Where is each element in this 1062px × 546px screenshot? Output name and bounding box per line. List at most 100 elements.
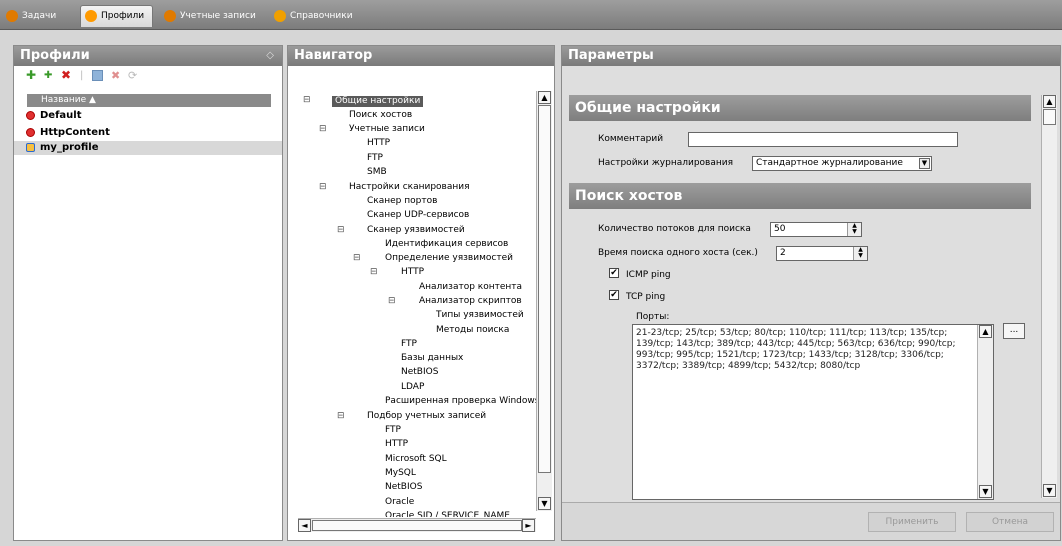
tree-node[interactable]: Сканер уязвимостей [367,225,465,236]
threads-stepper[interactable]: 50 ▲ ▼ [770,222,862,237]
column-header-name[interactable]: Название ▲ [27,94,271,107]
tree-node[interactable]: Сканер UDP-сервисов [367,210,469,221]
scroll-thumb[interactable] [538,105,551,473]
add-icon[interactable]: ✚ [26,69,37,81]
navigator-horizontal-scrollbar[interactable]: ◄ ► [298,518,536,532]
chevron-down-icon[interactable]: ▼ [919,158,930,169]
collapse-icon[interactable]: ⊟ [319,182,327,192]
collapse-icon[interactable]: ⊟ [388,296,396,306]
tree-node[interactable]: SMB [367,167,387,178]
scroll-up-icon[interactable]: ▲ [979,325,992,338]
tree-node[interactable]: HTTP [367,138,390,149]
tab-accounts[interactable]: Учетные записи [160,6,264,26]
stepper-arrows-icon[interactable]: ▲ ▼ [853,247,867,260]
parameters-title: Параметры [568,48,654,63]
tree-node[interactable]: Базы данных [401,353,463,364]
tree-node[interactable]: Общие настройки [332,96,424,107]
ports-scrollbar[interactable]: ▲ ▼ [977,325,993,499]
scroll-up-icon[interactable]: ▲ [538,91,551,104]
navigator-vertical-scrollbar[interactable]: ▲ ▼ [536,91,552,511]
ports-textarea[interactable]: 21-23/tcp; 25/tcp; 53/tcp; 80/tcp; 110/t… [632,324,994,500]
tree-node[interactable]: Методы поиска [436,325,509,336]
tree-node[interactable]: HTTP [385,439,408,450]
section-general-title: Общие настройки [575,100,721,116]
collapse-icon[interactable]: ⊟ [370,267,378,277]
tree-node[interactable]: Анализатор скриптов [419,296,522,307]
tree-node[interactable]: FTP [401,339,417,350]
scroll-down-icon[interactable]: ▼ [1043,484,1056,497]
tree-node[interactable]: Oracle [385,497,414,508]
tree-node[interactable]: Расширенная проверка Windows [385,396,539,407]
tcp-checkbox[interactable]: ✔ [609,290,619,300]
reference-icon [274,10,286,22]
collapse-icon[interactable]: ◇ [266,46,274,66]
tab-profiles[interactable]: Профили [80,5,154,27]
separator-icon: | [80,70,84,81]
scroll-thumb[interactable] [1043,109,1056,125]
profile-name: Default [40,110,82,121]
tree-node[interactable]: Подбор учетных записей [367,411,486,422]
cancel-button[interactable]: Отмена [966,512,1054,532]
profile-icon [26,128,35,137]
clear-icon[interactable]: ✖ [111,70,122,81]
tree-node[interactable]: Идентификация сервисов [385,239,508,250]
tree-node[interactable]: Учетные записи [349,124,425,135]
accounts-icon [164,10,176,22]
collapse-icon[interactable]: ⊟ [353,253,361,263]
scroll-thumb[interactable] [312,520,522,531]
scroll-down-icon[interactable]: ▼ [538,497,551,510]
refresh-icon[interactable]: ⟳ [128,70,139,81]
stepper-arrows-icon[interactable]: ▲ ▼ [847,223,861,236]
icmp-checkbox[interactable]: ✔ [609,268,619,278]
tree-node[interactable]: NetBIOS [385,482,422,493]
threads-label: Количество потоков для поиска [598,224,751,234]
tree-node[interactable]: Анализатор контента [419,282,522,293]
navigator-tree: ⊟ Общие настройки Поиск хостов ⊟ Учетные… [288,67,554,540]
profiles-title: Профили [20,48,90,63]
collapse-icon[interactable]: ⊟ [337,411,345,421]
comment-field[interactable] [688,132,958,147]
tab-tasks[interactable]: Задачи [2,6,64,26]
delete-icon[interactable]: ✖ [61,69,72,81]
scroll-down-icon[interactable]: ▼ [979,485,992,498]
navigator-panel: Навигатор ⊟ Общие настройки Поиск хостов… [287,45,555,541]
tree-node[interactable]: NetBIOS [401,367,438,378]
parameters-scrollbar[interactable]: ▲ ▼ [1041,95,1057,498]
profiles-panel: Профили ◇ ✚ ✚ ✖ | ✖ ⟳ Название ▲ Default… [13,45,283,541]
add-child-icon[interactable]: ✚ [44,70,55,81]
collapse-icon[interactable]: ⊟ [319,124,327,134]
logging-label: Настройки журналирования [598,158,734,168]
collapse-icon[interactable]: ⊟ [303,95,311,105]
tree-node[interactable]: Поиск хостов [349,110,412,121]
profile-row-default[interactable]: Default [14,109,282,123]
ports-browse-button[interactable]: ... [1003,323,1025,339]
tree-node[interactable]: LDAP [401,382,424,393]
parameters-panel-header: Параметры [562,46,1060,66]
profile-name: HttpContent [40,127,110,138]
collapse-icon[interactable]: ⊟ [337,225,345,235]
navigator-title: Навигатор [294,48,373,63]
tree-node[interactable]: FTP [385,425,401,436]
logging-select[interactable]: Стандартное журналирование ▼ [752,156,932,171]
profile-row-httpcontent[interactable]: HttpContent [14,126,282,140]
scroll-up-icon[interactable]: ▲ [1043,95,1056,108]
scroll-left-icon[interactable]: ◄ [298,519,311,532]
copy-icon[interactable] [92,70,103,81]
section-hosts-title: Поиск хостов [575,188,683,204]
tree-node[interactable]: Сканер портов [367,196,437,207]
tree-node[interactable]: Определение уязвимостей [385,253,513,264]
tree-node[interactable]: FTP [367,153,383,164]
tree-node[interactable]: Типы уязвимостей [436,310,524,321]
timeout-stepper[interactable]: 2 ▲ ▼ [776,246,868,261]
apply-button[interactable]: Применить [868,512,956,532]
scroll-right-icon[interactable]: ► [522,519,535,532]
tree-node[interactable]: MySQL [385,468,416,479]
tree-node[interactable]: Настройки сканирования [349,182,470,193]
tree-node[interactable]: HTTP [401,267,424,278]
profile-row-my-profile[interactable]: my_profile [14,141,282,155]
tab-reference[interactable]: Справочники [270,6,361,26]
tree-node[interactable]: Oracle SID / SERVICE_NAME [385,511,510,517]
tasks-icon [6,10,18,22]
profile-name: my_profile [40,142,99,153]
tree-node[interactable]: Microsoft SQL [385,454,447,465]
